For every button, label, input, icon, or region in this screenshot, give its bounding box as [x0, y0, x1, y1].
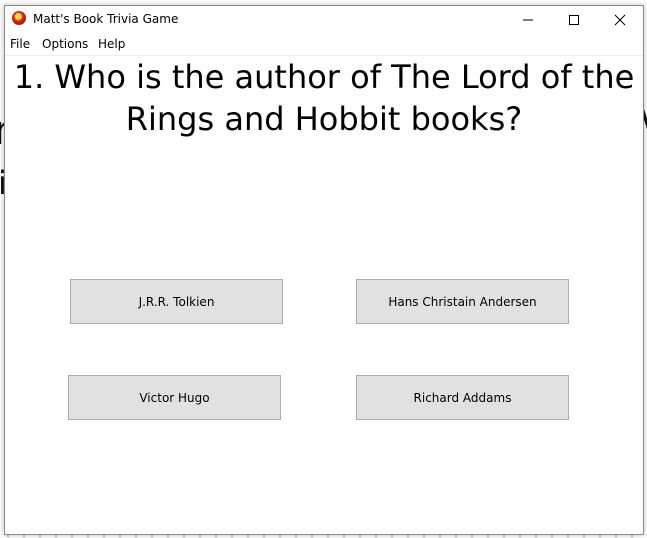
menu-help[interactable]: Help — [98, 37, 125, 51]
app-game-icon — [12, 11, 26, 25]
answer-button-b[interactable]: Hans Christain Andersen — [356, 279, 569, 324]
menu-options[interactable]: Options — [42, 37, 88, 51]
question-text: 1. Who is the author of The Lord of the … — [13, 58, 635, 138]
close-icon — [614, 14, 626, 26]
window-title: Matt's Book Trivia Game — [33, 12, 179, 26]
answer-button-d[interactable]: Richard Addams — [356, 375, 569, 420]
maximize-button[interactable] — [551, 6, 597, 33]
close-button[interactable] — [597, 6, 643, 33]
minimize-icon — [523, 19, 533, 21]
menu-bar: File Options Help — [5, 34, 643, 56]
answer-button-c[interactable]: Victor Hugo — [68, 375, 281, 420]
app-window: Matt's Book Trivia Game File Options Hel… — [4, 5, 644, 535]
title-bar[interactable]: Matt's Book Trivia Game — [5, 6, 643, 33]
maximize-icon — [569, 15, 579, 25]
answer-button-a[interactable]: J.R.R. Tolkien — [70, 279, 283, 324]
minimize-button[interactable] — [505, 6, 551, 33]
menu-file[interactable]: File — [10, 37, 30, 51]
